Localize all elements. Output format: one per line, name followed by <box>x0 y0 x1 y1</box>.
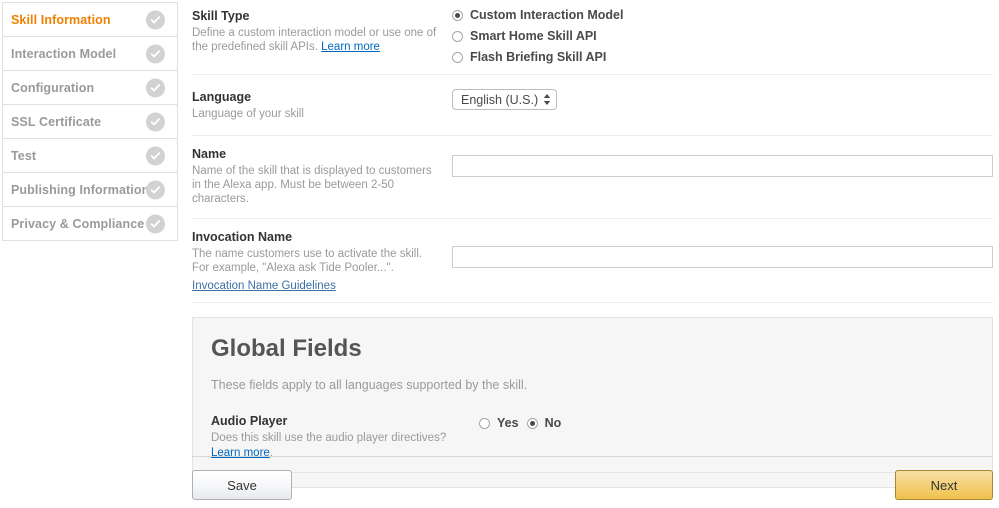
radio-label: No <box>544 416 562 430</box>
audio-player-radio-group: Yes No <box>473 414 974 460</box>
field-skill-type: Skill Type Define a custom interaction m… <box>192 0 993 75</box>
sidebar-item-label: Privacy & Compliance <box>11 216 145 231</box>
next-button[interactable]: Next <box>895 470 993 500</box>
field-description: Does this skill use the audio player dir… <box>211 432 447 444</box>
radio-option-custom-interaction-model[interactable]: Custom Interaction Model <box>452 8 993 22</box>
check-circle-icon <box>146 78 165 97</box>
global-fields-title: Global Fields <box>211 335 362 362</box>
next-button-label: Next <box>930 477 958 493</box>
language-select[interactable]: English (U.S.) <box>452 89 558 110</box>
radio-label: Custom Interaction Model <box>470 8 624 22</box>
radio-icon[interactable] <box>452 9 463 21</box>
sidebar-item-label: SSL Certificate <box>11 114 102 129</box>
chevron-updown-icon <box>543 93 551 106</box>
field-language: Language Language of your skill English … <box>192 75 993 136</box>
sidebar-item-test[interactable]: Test <box>2 138 178 173</box>
sidebar-nav: Skill Information Interaction Model Conf… <box>2 2 178 241</box>
sidebar-item-configuration[interactable]: Configuration <box>2 70 178 105</box>
check-circle-icon <box>146 180 165 199</box>
skill-type-learn-more-link[interactable]: Learn more <box>321 41 380 53</box>
field-description-text: Define a custom interaction model or use… <box>192 27 437 53</box>
field-title: Invocation Name <box>192 230 293 244</box>
check-circle-icon <box>146 214 165 233</box>
field-title: Audio Player <box>211 414 288 428</box>
check-circle-icon <box>146 112 165 131</box>
field-label-group: Language Language of your skill <box>192 89 442 121</box>
save-button[interactable]: Save <box>192 470 292 500</box>
skill-information-page: Skill Information Interaction Model Conf… <box>0 0 999 508</box>
sidebar-item-skill-information[interactable]: Skill Information <box>2 2 178 37</box>
form-footer: Save Next <box>192 456 993 500</box>
radio-icon[interactable] <box>479 417 490 429</box>
check-circle-icon <box>146 10 165 29</box>
radio-label: Yes <box>497 416 519 430</box>
invocation-name-guidelines-link[interactable]: Invocation Name Guidelines <box>192 280 336 292</box>
field-title: Name <box>192 147 227 161</box>
field-label-group: Audio Player Does this skill use the aud… <box>211 414 473 460</box>
skill-form: Skill Type Define a custom interaction m… <box>192 0 993 488</box>
sidebar-item-label: Publishing Information <box>11 182 150 197</box>
skill-name-input[interactable] <box>452 155 993 177</box>
invocation-name-input[interactable] <box>452 246 993 268</box>
radio-option-audio-player-no[interactable]: No <box>526 416 562 430</box>
sidebar-item-label: Test <box>11 148 37 163</box>
invocation-name-control <box>442 229 993 294</box>
sidebar-item-label: Interaction Model <box>11 46 117 61</box>
field-name: Name Name of the skill that is displayed… <box>192 136 993 219</box>
field-label-group: Invocation Name The name customers use t… <box>192 229 442 294</box>
sidebar-item-ssl-certificate[interactable]: SSL Certificate <box>2 104 178 139</box>
radio-option-flash-briefing-skill-api[interactable]: Flash Briefing Skill API <box>452 50 993 64</box>
field-description: Name of the skill that is displayed to c… <box>192 165 432 205</box>
sidebar-item-label: Configuration <box>11 80 95 95</box>
check-circle-icon <box>146 146 165 165</box>
field-title: Language <box>192 90 252 104</box>
field-description: The name customers use to activate the s… <box>192 248 423 274</box>
language-control: English (U.S.) <box>442 89 993 121</box>
skill-type-radio-group: Custom Interaction Model Smart Home Skil… <box>442 8 993 64</box>
radio-label: Smart Home Skill API <box>470 29 597 43</box>
sidebar-item-label: Skill Information <box>11 12 111 27</box>
field-title: Skill Type <box>192 9 250 23</box>
radio-label: Flash Briefing Skill API <box>470 50 607 64</box>
check-circle-icon <box>146 44 165 63</box>
radio-icon[interactable] <box>526 417 538 429</box>
global-fields-subtitle: These fields apply to all languages supp… <box>211 378 528 392</box>
field-label-group: Skill Type Define a custom interaction m… <box>192 8 442 64</box>
radio-icon[interactable] <box>452 30 463 42</box>
save-button-label: Save <box>227 477 257 493</box>
radio-option-audio-player-yes[interactable]: Yes <box>479 416 519 430</box>
language-select-value: English (U.S.) <box>461 92 539 107</box>
field-description: Define a custom interaction model or use… <box>192 26 442 54</box>
sidebar-item-publishing-information[interactable]: Publishing Information <box>2 172 178 207</box>
field-invocation-name: Invocation Name The name customers use t… <box>192 219 993 303</box>
radio-option-smart-home-skill-api[interactable]: Smart Home Skill API <box>452 29 993 43</box>
field-description: Language of your skill <box>192 108 304 120</box>
sidebar-item-interaction-model[interactable]: Interaction Model <box>2 36 178 71</box>
field-label-group: Name Name of the skill that is displayed… <box>192 146 442 206</box>
sidebar-item-privacy-compliance[interactable]: Privacy & Compliance <box>2 206 178 241</box>
audio-player-yes-no: Yes No <box>479 416 974 430</box>
radio-icon[interactable] <box>452 51 463 63</box>
name-control <box>442 146 993 206</box>
